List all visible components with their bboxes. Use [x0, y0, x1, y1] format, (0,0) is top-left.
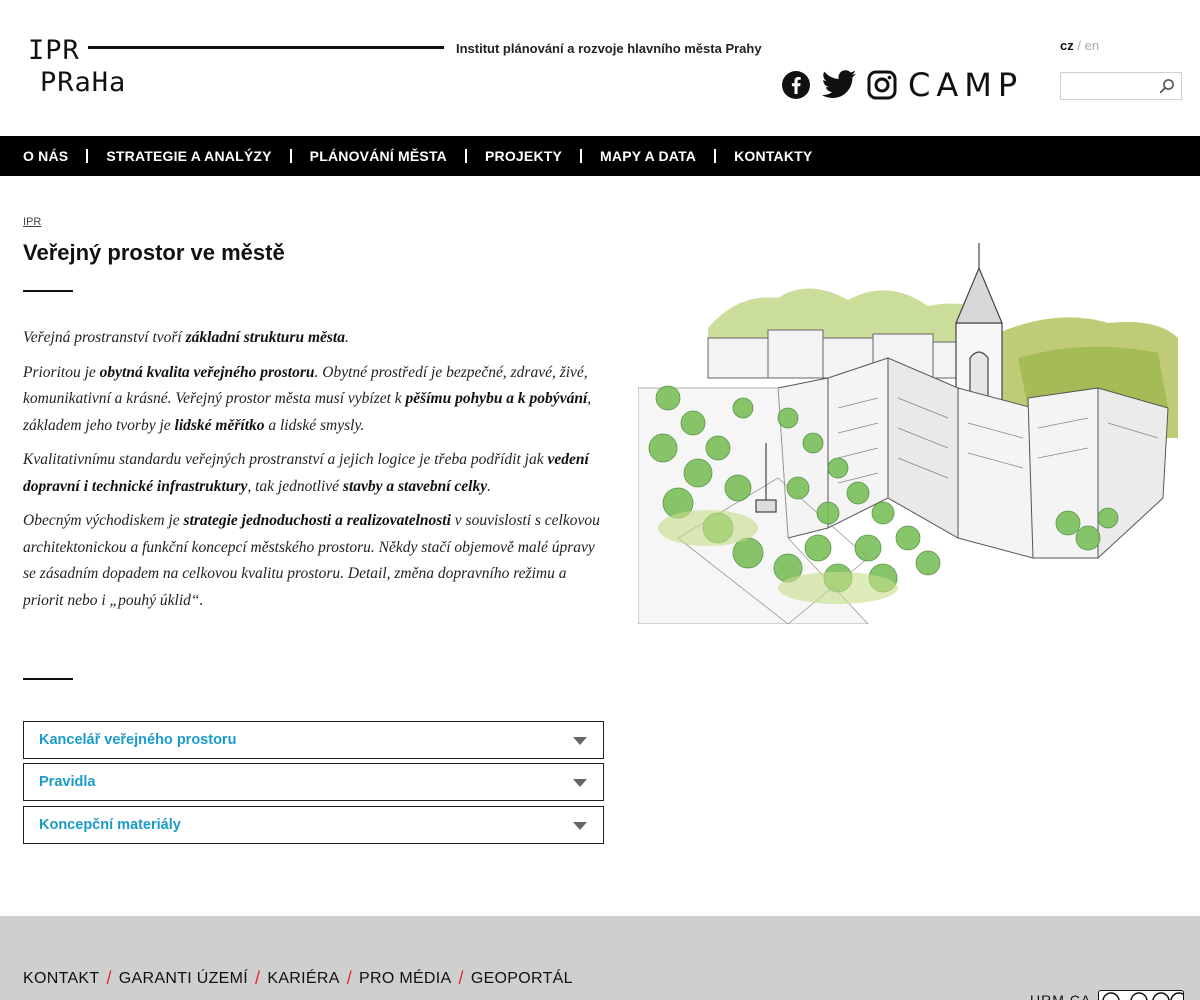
nav-item-mapy-a-data[interactable]: MAPY A DATA — [600, 148, 696, 164]
footer-link-garanti-uzemi[interactable]: GARANTI ÚZEMÍ — [119, 970, 248, 988]
chevron-down-icon — [573, 779, 587, 787]
nav-separator — [580, 149, 583, 163]
city-square-illustration — [637, 238, 1184, 625]
article-paragraph: Kvalitativnímu standardu veřejných prost… — [23, 451, 589, 495]
accordion-label: Koncepční materiály — [39, 817, 181, 833]
logo-text-ipr: IPR — [28, 35, 80, 66]
accordion-koncepcni-materialy[interactable]: Koncepční materiály — [23, 806, 604, 844]
search-input[interactable] — [1061, 73, 1156, 99]
language-switcher: cz / en — [1060, 38, 1099, 53]
facebook-icon[interactable] — [780, 69, 812, 101]
footer-separator: / — [346, 968, 353, 988]
footer-separator: / — [458, 968, 464, 988]
nav-separator — [86, 149, 89, 163]
page-title: Veřejný prostor ve městě — [23, 240, 285, 265]
footer-link-kariera[interactable]: KARIÉRA — [267, 970, 339, 988]
site-footer: KONTAKT / GARANTI ÚZEMÍ / KARIÉRA / PRO … — [0, 916, 1200, 1000]
lang-en-link[interactable]: en — [1085, 38, 1099, 53]
footer-link-kontakt[interactable]: KONTAKT — [23, 970, 99, 988]
article-paragraph: Veřejná prostranství tvoří základní stru… — [23, 329, 349, 346]
nav-item-strategie-a-analyzy[interactable]: STRATEGIE A ANALÝZY — [106, 148, 271, 164]
nav-item-projekty[interactable]: PROJEKTY — [485, 148, 562, 164]
breadcrumb-ipr[interactable]: IPR — [23, 216, 41, 228]
accordion-label: Kancelář veřejného prostoru — [39, 732, 237, 748]
urm-label: URM CA — [1030, 992, 1092, 1000]
site-header: IPR PRaHa Institut plánování a rozvoje h… — [0, 0, 1200, 136]
site-tagline: Institut plánování a rozvoje hlavního mě… — [456, 41, 762, 56]
nav-separator — [464, 149, 467, 163]
logo-rule — [88, 46, 444, 49]
lang-separator: / — [1077, 38, 1081, 53]
footer-links: KONTAKT / GARANTI ÚZEMÍ / KARIÉRA / PRO … — [23, 968, 573, 989]
twitter-icon[interactable] — [820, 69, 858, 101]
chevron-down-icon — [573, 737, 587, 745]
accordion-kancelar-verejneho-prostoru[interactable]: Kancelář veřejného prostoru — [23, 721, 604, 759]
content-divider — [23, 678, 73, 680]
footer-separator: / — [255, 968, 261, 988]
accordion-label: Pravidla — [39, 774, 96, 790]
article-paragraph: Obecným východiskem je strategie jednodu… — [23, 512, 600, 609]
accordion-pravidla[interactable]: Pravidla — [23, 763, 604, 801]
nav-separator — [714, 149, 717, 163]
search-box — [1060, 72, 1182, 100]
logo-text-praha: PRaHa — [40, 67, 127, 98]
nav-item-o-nas[interactable]: O NÁS — [23, 148, 68, 164]
footer-separator: / — [106, 968, 112, 988]
camp-link[interactable]: CAMP — [908, 68, 1023, 102]
nav-item-kontakty[interactable]: KONTAKTY — [734, 148, 812, 164]
article-paragraph: Prioritou je obytná kvalita veřejného pr… — [23, 363, 592, 434]
article-body: Veřejná prostranství tvoří základní stru… — [23, 325, 608, 622]
footer-link-pro-media[interactable]: PRO MÉDIA — [359, 970, 452, 988]
lang-cz-link[interactable]: cz — [1060, 38, 1074, 53]
instagram-icon[interactable] — [866, 69, 898, 101]
main-navigation: O NÁS STRATEGIE A ANALÝZY PLÁNOVÁNÍ MĚST… — [0, 136, 1200, 176]
search-icon[interactable] — [1159, 78, 1175, 94]
nav-separator — [289, 149, 292, 163]
nav-item-planovani-mesta[interactable]: PLÁNOVÁNÍ MĚSTA — [310, 148, 447, 164]
creative-commons-license-icon[interactable] — [1098, 990, 1184, 1000]
title-divider — [23, 290, 73, 292]
social-links: CAMP — [780, 68, 1023, 102]
footer-link-geoportal[interactable]: GEOPORTÁL — [471, 970, 573, 988]
chevron-down-icon — [573, 822, 587, 830]
